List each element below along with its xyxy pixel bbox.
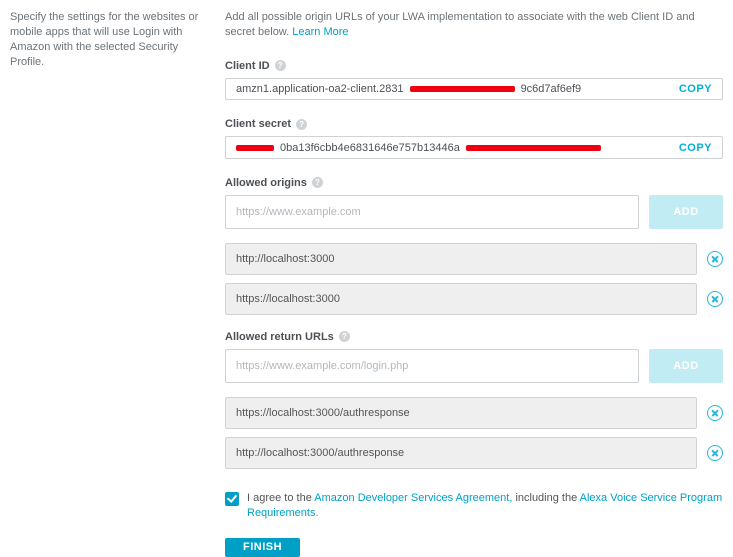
sidebar-description-text: Specify the settings for the websites or… bbox=[10, 11, 198, 68]
origin-entry: https://localhost:3000 bbox=[225, 283, 697, 315]
remove-icon[interactable] bbox=[707, 445, 723, 461]
intro-text: Add all possible origin URLs of your LWA… bbox=[225, 10, 723, 40]
developer-services-agreement-link[interactable]: Amazon Developer Services Agreement, bbox=[314, 492, 515, 504]
info-icon[interactable]: ? bbox=[296, 119, 307, 130]
info-icon[interactable]: ? bbox=[339, 331, 350, 342]
redaction-mark bbox=[410, 86, 515, 92]
add-origin-button[interactable]: ADD bbox=[649, 195, 723, 229]
client-id-box: amzn1.application-oa2-client.2831 9c6d7a… bbox=[225, 78, 723, 101]
remove-icon[interactable] bbox=[707, 291, 723, 307]
client-secret-mid: 0ba13f6cbb4e6831646e757b13446a bbox=[280, 142, 460, 154]
copy-client-id-button[interactable]: COPY bbox=[679, 83, 712, 95]
allowed-return-urls-list: https://localhost:3000/authresponse http… bbox=[225, 397, 723, 469]
copy-client-secret-button[interactable]: COPY bbox=[679, 142, 712, 154]
client-secret-box: 0ba13f6cbb4e6831646e757b13446a COPY bbox=[225, 136, 723, 159]
allowed-origins-input[interactable] bbox=[225, 195, 639, 229]
client-secret-label: Client secret ? bbox=[225, 118, 723, 130]
info-icon[interactable]: ? bbox=[312, 177, 323, 188]
allowed-origins-list: http://localhost:3000 https://localhost:… bbox=[225, 243, 723, 315]
remove-icon[interactable] bbox=[707, 405, 723, 421]
return-url-entry: http://localhost:3000/authresponse bbox=[225, 437, 697, 469]
finish-button[interactable]: FINISH bbox=[225, 538, 300, 557]
agreement-text: I agree to the Amazon Developer Services… bbox=[247, 491, 723, 522]
list-item: http://localhost:3000/authresponse bbox=[225, 437, 723, 469]
allowed-return-urls-input[interactable] bbox=[225, 349, 639, 383]
redaction-mark bbox=[466, 145, 601, 151]
list-item: http://localhost:3000 bbox=[225, 243, 723, 275]
main-column: Add all possible origin URLs of your LWA… bbox=[225, 10, 723, 557]
add-return-url-button[interactable]: ADD bbox=[649, 349, 723, 383]
client-id-suffix: 9c6d7af6ef9 bbox=[521, 83, 582, 95]
remove-icon[interactable] bbox=[707, 251, 723, 267]
allowed-origins-label: Allowed origins ? bbox=[225, 177, 723, 189]
allowed-return-urls-label: Allowed return URLs ? bbox=[225, 331, 723, 343]
client-id-label: Client ID ? bbox=[225, 60, 723, 72]
info-icon[interactable]: ? bbox=[275, 60, 286, 71]
agreement-checkbox[interactable] bbox=[225, 492, 239, 506]
origin-entry: http://localhost:3000 bbox=[225, 243, 697, 275]
redaction-mark bbox=[236, 145, 274, 151]
sidebar-description: Specify the settings for the websites or… bbox=[10, 10, 215, 557]
list-item: https://localhost:3000/authresponse bbox=[225, 397, 723, 429]
learn-more-link[interactable]: Learn More bbox=[292, 26, 348, 38]
agreement-row: I agree to the Amazon Developer Services… bbox=[225, 491, 723, 522]
list-item: https://localhost:3000 bbox=[225, 283, 723, 315]
client-id-prefix: amzn1.application-oa2-client.2831 bbox=[236, 83, 404, 95]
return-url-entry: https://localhost:3000/authresponse bbox=[225, 397, 697, 429]
